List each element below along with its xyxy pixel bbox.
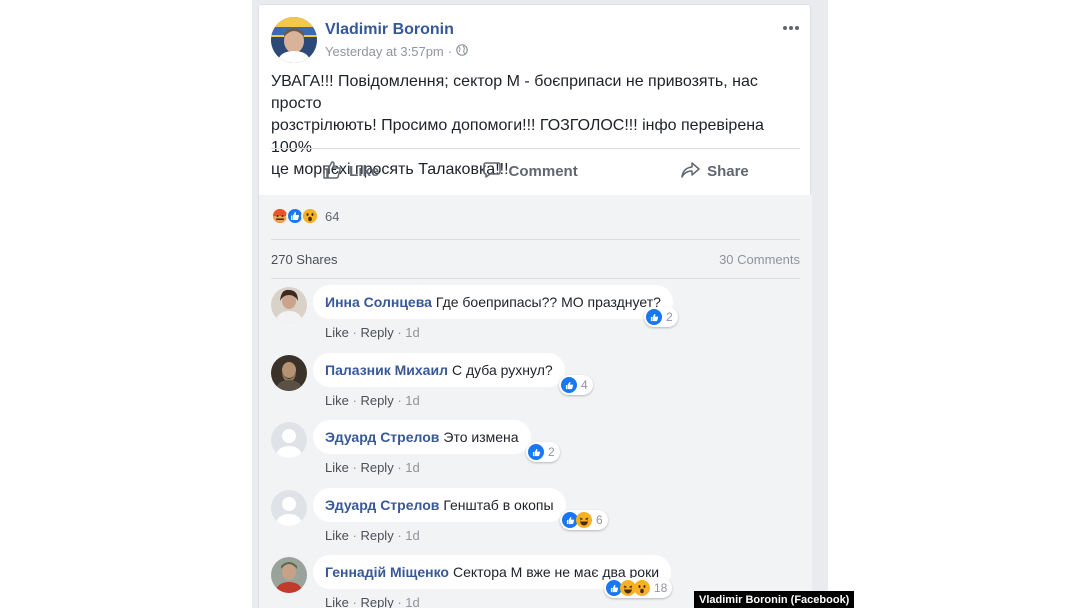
comment-reply-link[interactable]: Reply (360, 393, 393, 408)
commenter-name[interactable]: Геннадій Міщенко (325, 564, 449, 580)
wow-reaction-icon (634, 580, 650, 596)
comment-actions: Like · Reply · 1d (325, 325, 420, 340)
like-button[interactable]: Like (322, 160, 379, 184)
comment-reaction-count: 4 (581, 378, 588, 392)
shares-comments-row: 270 Shares 30 Comments (271, 239, 800, 279)
commenter-avatar[interactable] (271, 557, 307, 593)
comment-like-link[interactable]: Like (325, 528, 349, 543)
separator: · (397, 595, 402, 608)
comment-label: Comment (508, 163, 578, 180)
comment-reaction-count: 6 (596, 513, 603, 527)
commenter-avatar[interactable] (271, 422, 307, 458)
separator: · (352, 595, 357, 608)
comment-like-link[interactable]: Like (325, 393, 349, 408)
comment-text: Генштаб в окопы (443, 497, 554, 513)
commenter-avatar[interactable] (271, 287, 307, 323)
share-label: Share (707, 163, 749, 180)
thumbs-up-icon (322, 160, 342, 184)
meta-separator: · (447, 44, 453, 59)
comment-bubble: Инна Солнцева Где боеприпасы?? МО праздн… (313, 285, 673, 319)
reaction-count: 64 (325, 208, 340, 224)
separator: · (352, 460, 357, 475)
comment-reactions[interactable]: 6 (560, 510, 608, 530)
separator: · (352, 393, 357, 408)
comment-item: Инна Солнцева Где боеприпасы?? МО праздн… (271, 285, 800, 353)
like-label: Like (349, 163, 380, 180)
comment-item: Палазник Михаил С дуба рухнул? 4 Like · … (271, 353, 800, 421)
comment-actions: Like · Reply · 1d (325, 528, 420, 543)
comment-actions: Like · Reply · 1d (325, 393, 420, 408)
post-text-line: УВАГА!!! Повідомлення; сектор М - боєпри… (271, 73, 758, 112)
comment-time[interactable]: 1d (405, 325, 419, 340)
separator: · (397, 393, 402, 408)
screenshot: Vladimir Boronin Yesterday at 3:57pm · У… (0, 0, 1080, 608)
more-horizontal-icon[interactable] (782, 15, 800, 36)
comment-like-link[interactable]: Like (325, 595, 349, 608)
commenter-avatar[interactable] (271, 490, 307, 526)
comment-time[interactable]: 1d (405, 460, 419, 475)
comment-reaction-count: 2 (548, 445, 555, 459)
like-reaction-icon (528, 444, 544, 460)
comment-time[interactable]: 1d (405, 528, 419, 543)
post-timestamp[interactable]: Yesterday at 3:57pm (325, 44, 444, 59)
comment-actions: Like · Reply · 1d (325, 460, 420, 475)
share-arrow-icon (680, 160, 700, 184)
comment-reactions[interactable]: 2 (644, 307, 678, 327)
shares-count[interactable]: 270 Shares (271, 252, 338, 267)
comment-bubble-icon (482, 160, 502, 184)
commenter-name[interactable]: Палазник Михаил (325, 362, 448, 378)
separator: · (397, 460, 402, 475)
comment-reply-link[interactable]: Reply (360, 595, 393, 608)
commenter-name[interactable]: Инна Солнцева (325, 294, 432, 310)
comment-time[interactable]: 1d (405, 393, 419, 408)
comment-text: С дуба рухнул? (451, 362, 553, 378)
comment-text: Где боеприпасы?? МО празднует? (435, 294, 661, 310)
comment-reply-link[interactable]: Reply (360, 460, 393, 475)
comment-button[interactable]: Comment (482, 160, 578, 184)
comment-reply-link[interactable]: Reply (360, 325, 393, 340)
post-meta: Yesterday at 3:57pm · (325, 44, 468, 59)
image-credit-caption: Vladimir Boronin (Facebook) (694, 591, 855, 608)
separator: · (352, 528, 357, 543)
comment-reactions[interactable]: 2 (526, 442, 560, 462)
separator: · (397, 325, 402, 340)
commenter-name[interactable]: Эдуард Стрелов (325, 429, 439, 445)
commenter-avatar[interactable] (271, 355, 307, 391)
separator: · (397, 528, 402, 543)
facebook-post: Vladimir Boronin Yesterday at 3:57pm · У… (258, 4, 812, 608)
comment-reactions[interactable]: 4 (559, 375, 593, 395)
comment-text: Это измена (443, 429, 519, 445)
comment-like-link[interactable]: Like (325, 325, 349, 340)
post-action-bar: Like Comment Share (271, 148, 800, 194)
share-button[interactable]: Share (680, 160, 749, 184)
comment-reaction-count: 18 (654, 581, 668, 595)
haha-reaction-icon (576, 512, 592, 528)
commenter-name[interactable]: Эдуард Стрелов (325, 497, 439, 513)
author-avatar[interactable] (271, 17, 317, 63)
comment-like-link[interactable]: Like (325, 460, 349, 475)
like-reaction-icon (561, 377, 577, 393)
comment-reaction-count: 2 (666, 310, 673, 324)
separator: · (352, 325, 357, 340)
comment-reactions[interactable]: 18 (604, 578, 673, 598)
comment-item: Эдуард Стрелов Это измена 2 Like · Reply… (271, 420, 800, 488)
comment-actions: Like · Reply · 1d (325, 595, 420, 608)
comments-count[interactable]: 30 Comments (719, 252, 800, 267)
comment-time[interactable]: 1d (405, 595, 419, 608)
globe-icon[interactable] (456, 44, 468, 59)
comment-bubble: Эдуард Стрелов Генштаб в окопы (313, 488, 566, 522)
comment-bubble: Палазник Михаил С дуба рухнул? (313, 353, 565, 387)
comment-bubble: Эдуард Стрелов Это измена (313, 420, 531, 454)
wow-reaction-icon (301, 207, 319, 225)
post-footer: 64 270 Shares 30 Comments Инна Солнцева … (259, 195, 812, 608)
author-name[interactable]: Vladimir Boronin (325, 21, 454, 39)
comment-item: Эдуард Стрелов Генштаб в окопы 6 Like · … (271, 488, 800, 556)
comment-reply-link[interactable]: Reply (360, 528, 393, 543)
like-reaction-icon (646, 309, 662, 325)
reaction-summary[interactable]: 64 (271, 207, 339, 225)
